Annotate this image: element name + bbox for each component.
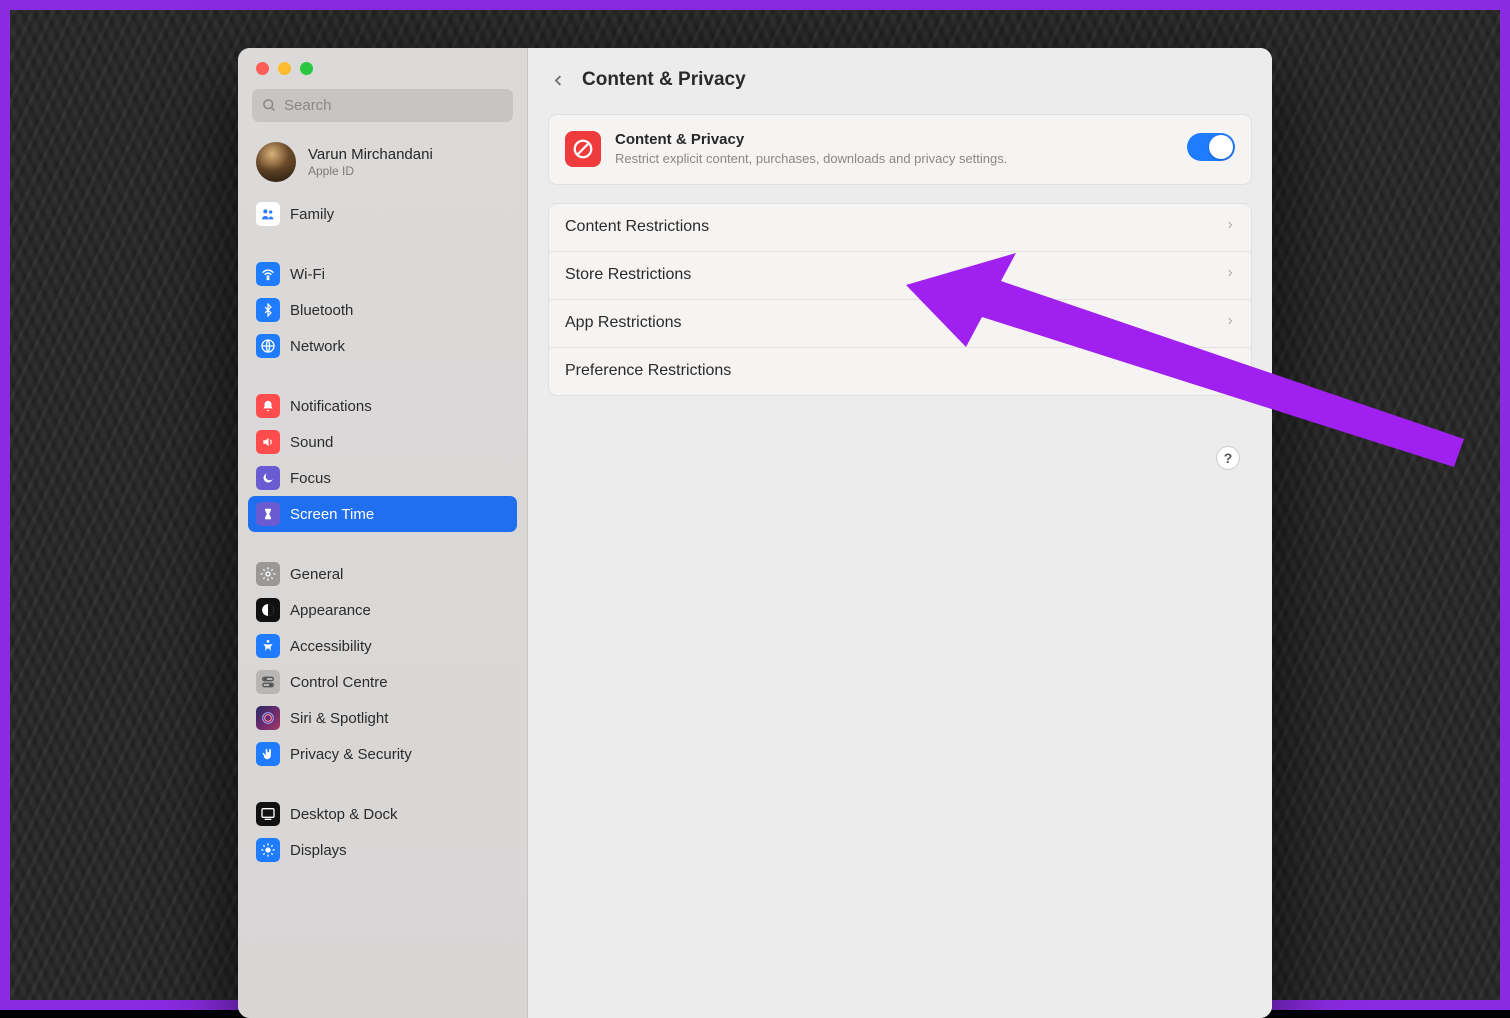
search-input[interactable] <box>284 97 503 114</box>
main-header: Content & Privacy <box>528 48 1272 108</box>
sidebar-item-label: Accessibility <box>290 638 372 655</box>
sidebar-item-privacy-security[interactable]: Privacy & Security <box>248 736 517 772</box>
sidebar-item-control-centre[interactable]: Control Centre <box>248 664 517 700</box>
sidebar-item-sound[interactable]: Sound <box>248 424 517 460</box>
sidebar-item-siri-spotlight[interactable]: Siri & Spotlight <box>248 700 517 736</box>
fullscreen-window-button[interactable] <box>300 62 313 75</box>
appearance-icon <box>256 598 280 622</box>
content-privacy-title: Content & Privacy <box>615 131 1173 148</box>
sidebar-item-appearance[interactable]: Appearance <box>248 592 517 628</box>
search-field[interactable] <box>252 89 513 122</box>
chevron-right-icon <box>1225 314 1235 333</box>
store-restrictions-row[interactable]: Store Restrictions <box>549 251 1251 299</box>
desktop-dock-icon <box>256 802 280 826</box>
accessibility-icon <box>256 634 280 658</box>
sidebar-item-label: Focus <box>290 470 331 487</box>
main-content: Content & Privacy Content & Privacy Rest… <box>528 48 1272 1018</box>
search-icon <box>262 98 277 113</box>
app-restrictions-row[interactable]: App Restrictions <box>549 299 1251 347</box>
preference-restrictions-row[interactable]: Preference Restrictions <box>549 347 1251 395</box>
sidebar-item-label: Notifications <box>290 398 372 415</box>
sidebar-item-label: Screen Time <box>290 506 374 523</box>
help-button[interactable]: ? <box>1216 446 1240 470</box>
sidebar-item-label: Appearance <box>290 602 371 619</box>
avatar <box>256 142 296 182</box>
row-label: Preference Restrictions <box>565 362 731 380</box>
gear-icon <box>256 562 280 586</box>
sidebar-item-focus[interactable]: Focus <box>248 460 517 496</box>
bluetooth-icon <box>256 298 280 322</box>
siri-icon <box>256 706 280 730</box>
row-label: App Restrictions <box>565 314 682 332</box>
page-title: Content & Privacy <box>582 69 746 91</box>
window-traffic-lights <box>238 62 527 89</box>
sidebar-item-label: Siri & Spotlight <box>290 710 388 727</box>
sidebar-item-label: Displays <box>290 842 347 859</box>
help-label: ? <box>1224 450 1233 466</box>
chevron-right-icon <box>1225 218 1235 237</box>
sidebar-item-family[interactable]: Family <box>248 196 517 232</box>
system-settings-window: Varun Mirchandani Apple ID Family <box>238 48 1272 1018</box>
displays-icon <box>256 838 280 862</box>
focus-icon <box>256 466 280 490</box>
sidebar-item-label: Sound <box>290 434 333 451</box>
desktop-wallpaper: Varun Mirchandani Apple ID Family <box>10 10 1500 1000</box>
user-sublabel: Apple ID <box>308 164 433 178</box>
wifi-icon <box>256 262 280 286</box>
sidebar: Varun Mirchandani Apple ID Family <box>238 48 528 1018</box>
chevron-left-icon <box>551 73 566 88</box>
hand-icon <box>256 742 280 766</box>
apple-id-row[interactable]: Varun Mirchandani Apple ID <box>238 132 527 192</box>
sidebar-item-label: Family <box>290 206 334 223</box>
sidebar-item-general[interactable]: General <box>248 556 517 592</box>
network-icon <box>256 334 280 358</box>
sidebar-item-label: Desktop & Dock <box>290 806 398 823</box>
sidebar-item-label: Control Centre <box>290 674 388 691</box>
row-label: Store Restrictions <box>565 266 691 284</box>
sidebar-item-desktop-dock[interactable]: Desktop & Dock <box>248 796 517 832</box>
sidebar-item-accessibility[interactable]: Accessibility <box>248 628 517 664</box>
sidebar-item-network[interactable]: Network <box>248 328 517 364</box>
content-privacy-toggle[interactable] <box>1187 133 1235 161</box>
sidebar-item-notifications[interactable]: Notifications <box>248 388 517 424</box>
restrictions-list: Content Restrictions Store Restrictions … <box>548 203 1252 396</box>
content-privacy-card: Content & Privacy Restrict explicit cont… <box>548 114 1252 185</box>
sidebar-item-label: Privacy & Security <box>290 746 412 763</box>
sidebar-item-label: Wi-Fi <box>290 266 325 283</box>
user-name: Varun Mirchandani <box>308 146 433 163</box>
sidebar-item-label: Network <box>290 338 345 355</box>
close-window-button[interactable] <box>256 62 269 75</box>
content-privacy-icon <box>565 131 601 167</box>
content-privacy-description: Restrict explicit content, purchases, do… <box>615 150 1035 168</box>
family-icon <box>256 202 280 226</box>
minimize-window-button[interactable] <box>278 62 291 75</box>
row-label: Content Restrictions <box>565 218 709 236</box>
sound-icon <box>256 430 280 454</box>
back-button[interactable] <box>546 68 570 92</box>
sidebar-item-displays[interactable]: Displays <box>248 832 517 868</box>
page-border: Varun Mirchandani Apple ID Family <box>0 0 1510 1010</box>
control-centre-icon <box>256 670 280 694</box>
sidebar-item-screen-time[interactable]: Screen Time <box>248 496 517 532</box>
screen-time-icon <box>256 502 280 526</box>
chevron-right-icon <box>1225 266 1235 285</box>
notifications-icon <box>256 394 280 418</box>
sidebar-item-bluetooth[interactable]: Bluetooth <box>248 292 517 328</box>
chevron-right-icon <box>1225 362 1235 381</box>
content-restrictions-row[interactable]: Content Restrictions <box>549 204 1251 251</box>
sidebar-item-label: Bluetooth <box>290 302 353 319</box>
sidebar-item-label: General <box>290 566 343 583</box>
sidebar-item-wifi[interactable]: Wi-Fi <box>248 256 517 292</box>
